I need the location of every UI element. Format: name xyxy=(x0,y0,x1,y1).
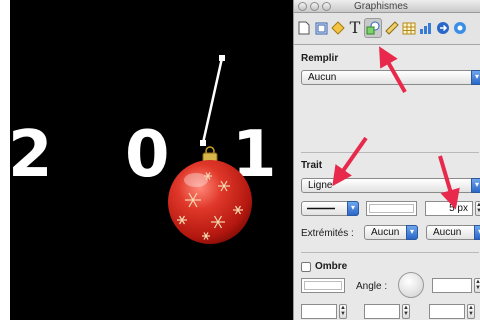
line-handle-top[interactable] xyxy=(219,55,225,61)
stroke-color-well[interactable] xyxy=(366,201,417,216)
line-handle-bottom[interactable] xyxy=(200,140,206,146)
stroke-width-field[interactable]: 5 px xyxy=(425,201,473,216)
angle-dial[interactable] xyxy=(398,272,424,298)
section-divider xyxy=(301,252,479,253)
line-style-popup[interactable]: ▾ xyxy=(301,201,359,216)
endpoint-end-value: Aucun xyxy=(433,227,462,238)
hanging-line[interactable] xyxy=(201,57,224,144)
angle-label: Angle : xyxy=(356,281,388,292)
ruler-icon[interactable] xyxy=(384,18,400,38)
popup-arrow-icon: ▾ xyxy=(474,225,480,240)
endpoint-start-popup[interactable]: Aucun ▾ xyxy=(364,225,418,240)
shadow-checkbox[interactable] xyxy=(301,262,311,272)
endpoint-end-popup[interactable]: Aucun ▾ xyxy=(426,225,480,240)
wrap-icon[interactable] xyxy=(330,18,346,38)
line-style-icon xyxy=(307,207,335,210)
endpoints-label: Extrémités : xyxy=(301,228,354,239)
shadow-blur-stepper[interactable]: ▲ ▼ xyxy=(402,304,410,319)
shadow-blur-field[interactable] xyxy=(364,304,400,319)
shadow-opacity-stepper[interactable]: ▲ ▼ xyxy=(467,304,475,319)
minimize-window-button[interactable] xyxy=(310,2,319,11)
popup-arrow-icon: ▾ xyxy=(471,70,480,85)
chart-icon[interactable] xyxy=(418,18,434,38)
graphic-icon[interactable] xyxy=(364,18,382,38)
section-divider xyxy=(301,152,479,153)
inspector-panel: Graphismes T Remplir Aucun ▾ Trait Ligne… xyxy=(293,0,480,320)
info-icon[interactable] xyxy=(452,18,468,38)
stroke-width-stepper[interactable]: ▲▼ xyxy=(475,201,480,216)
popup-arrow-icon: ▾ xyxy=(347,201,359,216)
stroke-type-popup[interactable]: Ligne ▾ xyxy=(301,178,480,193)
inspector-toolbar: T xyxy=(294,13,480,45)
fill-type-value: Aucun xyxy=(308,72,337,83)
fill-heading: Remplir xyxy=(301,53,339,64)
shadow-offset-stepper[interactable]: ▲ ▼ xyxy=(339,304,347,319)
popup-arrow-icon: ▾ xyxy=(406,225,418,240)
ornament-graphic[interactable] xyxy=(10,0,293,320)
link-icon[interactable] xyxy=(435,18,451,38)
fill-type-popup[interactable]: Aucun ▾ xyxy=(301,70,480,85)
shadow-opacity-field[interactable] xyxy=(429,304,465,319)
stroke-width-value: 5 px xyxy=(449,203,468,214)
stroke-heading: Trait xyxy=(301,160,323,171)
table-icon[interactable] xyxy=(401,18,417,38)
shadow-angle-stepper[interactable]: ▲▼ xyxy=(474,278,480,293)
stroke-type-value: Ligne xyxy=(308,180,333,191)
shadow-offset-field[interactable] xyxy=(301,304,337,319)
shadow-label: Ombre xyxy=(315,261,348,272)
text-icon[interactable]: T xyxy=(347,18,363,38)
document-canvas[interactable]: 2 0 1 xyxy=(10,0,293,320)
close-window-button[interactable] xyxy=(298,2,307,11)
zoom-window-button[interactable] xyxy=(322,2,331,11)
endpoint-start-value: Aucun xyxy=(371,227,400,238)
panel-titlebar[interactable]: Graphismes xyxy=(294,0,480,13)
ornament-highlight xyxy=(184,173,208,187)
popup-arrow-icon: ▾ xyxy=(471,178,480,193)
shadow-color-swatch xyxy=(304,281,342,290)
shadow-color-well[interactable] xyxy=(301,278,345,293)
layout-icon[interactable] xyxy=(313,18,329,38)
document-icon[interactable] xyxy=(296,18,312,38)
panel-title: Graphismes xyxy=(354,1,408,12)
stroke-color-swatch xyxy=(369,204,414,213)
shadow-angle-field[interactable] xyxy=(432,278,472,293)
